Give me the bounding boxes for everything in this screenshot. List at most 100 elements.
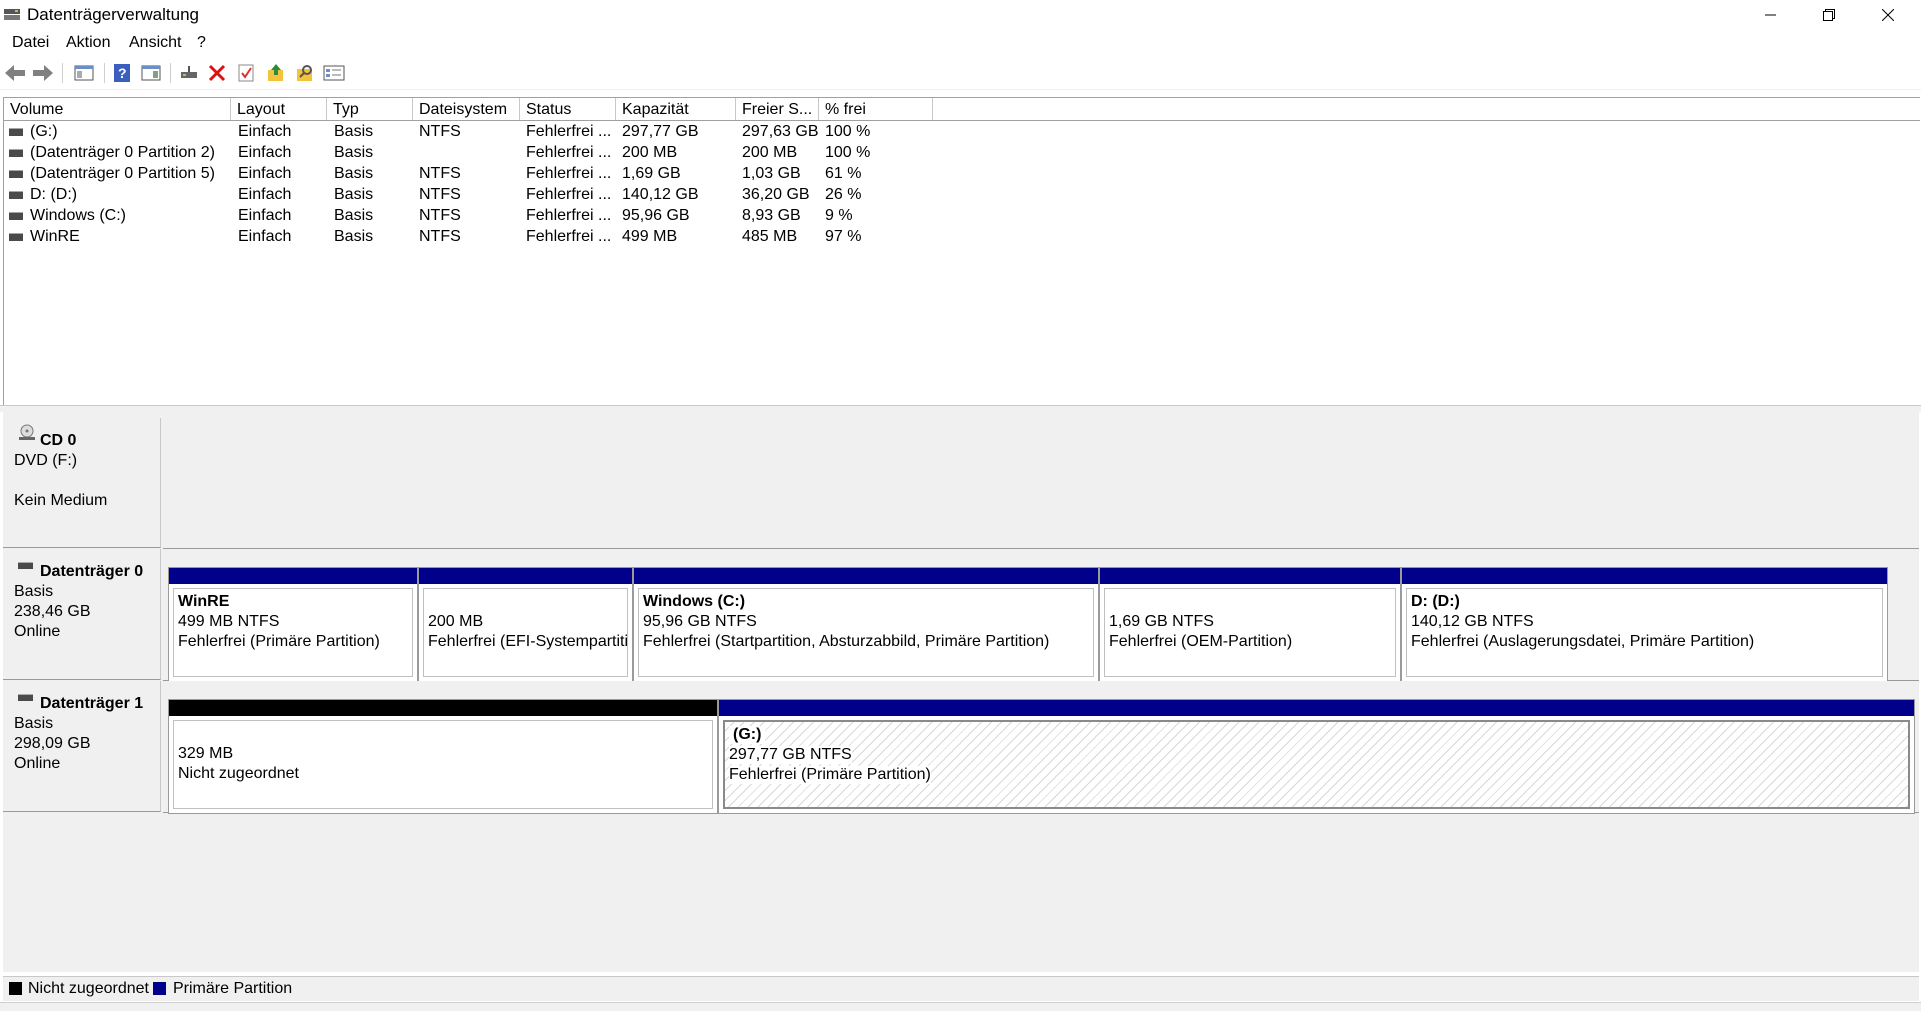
column-header-volume[interactable]: Volume	[4, 98, 231, 120]
table-row[interactable]: WinRE Einfach Basis NTFS Fehlerfrei ... …	[4, 226, 1920, 247]
cell-typ: Basis	[334, 123, 374, 140]
cell-layout: Einfach	[238, 228, 292, 245]
list-view-button[interactable]	[322, 61, 346, 85]
minimize-button[interactable]	[1742, 0, 1800, 30]
export-list-button[interactable]	[264, 61, 288, 85]
menu-bar: Datei Aktion Ansicht ?	[0, 31, 1921, 55]
partition-size: 297,77 GB NTFS	[729, 746, 852, 764]
cell-status: Fehlerfrei ...	[526, 228, 612, 245]
partition-body: 1,69 GB NTFS Fehlerfrei (OEM-Partition)	[1104, 588, 1396, 677]
partition-body: 329 MB Nicht zugeordnet	[173, 720, 713, 809]
table-row[interactable]: (Datenträger 0 Partition 2) Einfach Basi…	[4, 142, 1920, 163]
console-tree-button[interactable]	[72, 61, 96, 85]
column-header-status[interactable]: Status	[520, 98, 616, 120]
partition-type-bar	[169, 700, 717, 716]
search-folder-button[interactable]	[293, 61, 317, 85]
table-row[interactable]: (G:) Einfach Basis NTFS Fehlerfrei ... 2…	[4, 121, 1920, 142]
pane-splitter[interactable]	[0, 405, 1921, 412]
partition-size: 499 MB NTFS	[178, 613, 280, 630]
column-header-typ[interactable]: Typ	[327, 98, 413, 120]
cell-dateisystem: NTFS	[419, 207, 461, 224]
column-header-dateisystem[interactable]: Dateisystem	[413, 98, 520, 120]
forward-button[interactable]	[31, 61, 55, 85]
partition-g[interactable]: (G:) 297,77 GB NTFS Fehlerfrei (Primäre …	[718, 699, 1915, 814]
partition-name: WinRE	[178, 593, 230, 610]
cell-prozent-frei: 100 %	[825, 144, 871, 161]
back-arrow-icon	[5, 65, 25, 81]
cell-typ: Basis	[334, 228, 374, 245]
partition-body: D: (D:) 140,12 GB NTFS Fehlerfrei (Ausla…	[1406, 588, 1883, 677]
properties-view-button[interactable]	[139, 61, 163, 85]
disk-area-cd0	[163, 418, 1919, 549]
table-row[interactable]: D: (D:) Einfach Basis NTFS Fehlerfrei ..…	[4, 184, 1920, 205]
partition-status: Fehlerfrei (Auslagerungsdatei, Primäre P…	[1411, 633, 1755, 650]
column-header-kapazitaet[interactable]: Kapazität	[616, 98, 736, 120]
cell-status: Fehlerfrei ...	[526, 144, 612, 161]
table-row[interactable]: Windows (C:) Einfach Basis NTFS Fehlerfr…	[4, 205, 1920, 226]
cell-status: Fehlerfrei ...	[526, 123, 612, 140]
cell-kapazitaet: 140,12 GB	[622, 186, 699, 203]
volume-icon	[9, 170, 23, 178]
column-header-freier-speicher[interactable]: Freier S...	[736, 98, 819, 120]
legend-swatch-primary	[153, 982, 166, 995]
disk-label-disk0[interactable]: Datenträger 0 Basis 238,46 GB Online	[3, 549, 161, 680]
volume-icon	[9, 233, 23, 241]
partition-type-bar	[1100, 568, 1400, 584]
minimize-icon	[1765, 14, 1776, 16]
partition-name: D: (D:)	[1411, 593, 1460, 610]
cell-freier-speicher: 36,20 GB	[742, 186, 810, 203]
disk-label-disk1[interactable]: Datenträger 1 Basis 298,09 GB Online	[3, 681, 161, 812]
disk-management-app-icon	[4, 9, 20, 20]
check-button[interactable]	[234, 61, 258, 85]
volume-icon	[9, 212, 23, 220]
cell-volume: D: (D:)	[30, 186, 78, 203]
column-header-layout[interactable]: Layout	[231, 98, 327, 120]
help-icon: ?	[114, 64, 130, 82]
back-button[interactable]	[3, 61, 27, 85]
hard-disk-icon	[18, 562, 33, 569]
cell-freier-speicher: 200 MB	[742, 144, 798, 161]
cell-typ: Basis	[334, 186, 374, 203]
partition-unallocated[interactable]: 329 MB Nicht zugeordnet	[168, 699, 718, 814]
help-button[interactable]: ?	[110, 61, 134, 85]
partition-d[interactable]: D: (D:) 140,12 GB NTFS Fehlerfrei (Ausla…	[1401, 567, 1888, 682]
connect-drive-button[interactable]	[177, 61, 201, 85]
volume-icon	[9, 149, 23, 157]
menu-help[interactable]: ?	[197, 34, 206, 52]
disk-title: Datenträger 0	[40, 563, 144, 580]
partition-name: (G:)	[729, 726, 766, 744]
partition-status: Fehlerfrei (Startpartition, Absturzabbil…	[643, 633, 1050, 650]
partition-type-bar	[419, 568, 632, 584]
cell-layout: Einfach	[238, 144, 292, 161]
disk-label-cd0[interactable]: CD 0 DVD (F:) Kein Medium	[3, 418, 161, 548]
menu-ansicht[interactable]: Ansicht	[129, 34, 181, 52]
partition-status: Nicht zugeordnet	[178, 765, 299, 782]
title-bar: Datenträgerverwaltung	[0, 0, 1921, 30]
close-icon	[1882, 9, 1894, 21]
restore-icon	[1823, 9, 1835, 21]
partition-windows-c[interactable]: Windows (C:) 95,96 GB NTFS Fehlerfrei (S…	[633, 567, 1099, 682]
menu-datei[interactable]: Datei	[12, 34, 49, 52]
close-button[interactable]	[1859, 0, 1917, 30]
disk-type: Basis	[14, 583, 54, 600]
partition-status: Fehlerfrei (Primäre Partition)	[729, 766, 931, 784]
disk-status: Online	[14, 755, 61, 772]
delete-button[interactable]	[205, 61, 229, 85]
disk-area-disk1: 329 MB Nicht zugeordnet (G:) 297,77 GB N…	[163, 681, 1919, 814]
cell-dateisystem: NTFS	[419, 186, 461, 203]
table-row[interactable]: (Datenträger 0 Partition 5) Einfach Basi…	[4, 163, 1920, 184]
cell-kapazitaet: 95,96 GB	[622, 207, 690, 224]
cell-kapazitaet: 200 MB	[622, 144, 678, 161]
partition-efi[interactable]: 200 MB Fehlerfrei (EFI-Systempartition)	[418, 567, 633, 682]
menu-aktion[interactable]: Aktion	[66, 34, 110, 52]
partition-winre[interactable]: WinRE 499 MB NTFS Fehlerfrei (Primäre Pa…	[168, 567, 418, 682]
cell-volume: Windows (C:)	[30, 207, 127, 224]
cell-kapazitaet: 297,77 GB	[622, 123, 699, 140]
toolbar-separator	[104, 63, 105, 83]
partition-status: Fehlerfrei (Primäre Partition)	[178, 633, 380, 650]
cell-dateisystem: NTFS	[419, 123, 461, 140]
column-header-prozent-frei[interactable]: % frei	[819, 98, 933, 120]
restore-button[interactable]	[1800, 0, 1858, 30]
partition-oem[interactable]: 1,69 GB NTFS Fehlerfrei (OEM-Partition)	[1099, 567, 1401, 682]
partition-type-bar	[634, 568, 1098, 584]
